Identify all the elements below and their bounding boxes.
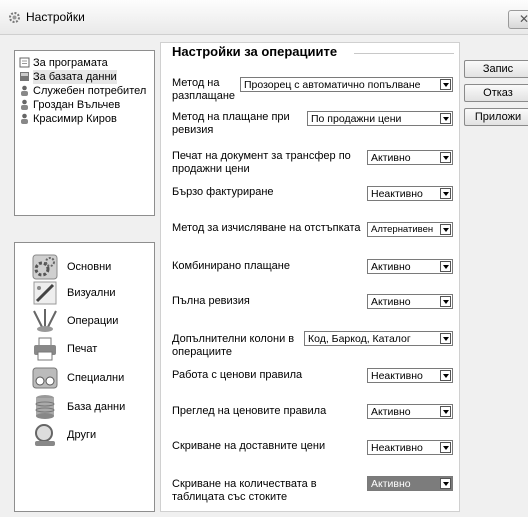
chevron-down-icon bbox=[440, 478, 451, 489]
payment-method-select[interactable]: Прозорец с автоматично попълване bbox=[240, 77, 453, 92]
full-revision-select[interactable]: Активно bbox=[367, 294, 453, 309]
extra-columns-select[interactable]: Код, Баркод, Каталог bbox=[304, 331, 453, 346]
full-revision-label: Пълна ревизия bbox=[172, 295, 250, 307]
settings-title: Настройки за операциите bbox=[172, 44, 338, 59]
title-bar: Настройки ✕ bbox=[0, 0, 528, 35]
hide-delivery-prices-select[interactable]: Неактивно bbox=[367, 440, 453, 455]
chevron-down-icon bbox=[440, 333, 451, 344]
hide-quantities-label: Скриване на количествата в таблицата със… bbox=[172, 478, 317, 503]
select-value: Активно bbox=[371, 296, 411, 308]
hide-delivery-prices-label: Скриване на доставните цени bbox=[172, 440, 326, 452]
price-rules-preview-select[interactable]: Активно bbox=[367, 404, 453, 419]
select-value: Неактивно bbox=[371, 442, 423, 454]
gears-icon bbox=[32, 254, 58, 280]
chevron-down-icon bbox=[440, 406, 451, 417]
cancel-button[interactable]: Отказ bbox=[464, 84, 528, 102]
category-label: База данни bbox=[67, 401, 126, 413]
select-value: Код, Баркод, Каталог bbox=[308, 333, 411, 345]
profile-tree: За програмата За базата данни Служебен п… bbox=[14, 50, 155, 216]
chevron-down-icon bbox=[440, 296, 451, 307]
database-stack-icon bbox=[35, 395, 55, 419]
special-icon bbox=[32, 367, 58, 389]
combined-payment-label: Комбинирано плащане bbox=[172, 260, 290, 272]
settings-window: Настройки ✕ За програмата За базата данн… bbox=[0, 0, 528, 517]
select-value: Активно bbox=[371, 261, 411, 273]
title-divider bbox=[354, 53, 454, 54]
select-value: Активно bbox=[371, 478, 411, 490]
user-icon bbox=[21, 99, 28, 110]
transfer-print-select[interactable]: Активно bbox=[367, 150, 453, 165]
hide-quantities-select[interactable]: Активно bbox=[367, 476, 453, 491]
save-button[interactable]: Запис bbox=[464, 60, 528, 78]
revision-payment-method-label: Метод на плащане при ревизия bbox=[172, 111, 290, 136]
operations-icon bbox=[33, 309, 57, 332]
category-label: Основни bbox=[67, 261, 112, 273]
select-value: Активно bbox=[371, 152, 411, 164]
select-value: Неактивно bbox=[371, 188, 423, 200]
chevron-down-icon bbox=[440, 79, 451, 90]
extra-columns-label: Допълнителни колони в операциите bbox=[172, 333, 295, 358]
payment-method-label: Метод на разплащане bbox=[172, 77, 236, 102]
tree-item-label: За програмата bbox=[33, 57, 108, 69]
chevron-down-icon bbox=[440, 188, 451, 199]
category-list: Основни Визуални Операции Печат Специалн… bbox=[14, 242, 155, 512]
category-label: Операции bbox=[67, 315, 119, 327]
document-icon bbox=[19, 57, 30, 68]
chevron-down-icon bbox=[440, 152, 451, 163]
tree-item-label: Красимир Киров bbox=[33, 113, 117, 125]
select-value: Неактивно bbox=[371, 370, 423, 382]
price-rules-select[interactable]: Неактивно bbox=[367, 368, 453, 383]
combined-payment-select[interactable]: Активно bbox=[367, 259, 453, 274]
user-icon bbox=[21, 85, 28, 96]
user-icon bbox=[21, 113, 28, 124]
category-label: Печат bbox=[67, 343, 98, 355]
brush-icon bbox=[33, 281, 57, 305]
window-title: Настройки bbox=[26, 10, 85, 24]
discount-method-select[interactable]: Алтернативен bbox=[367, 222, 453, 237]
category-print[interactable]: Печат bbox=[15, 335, 165, 365]
discount-method-label: Метод за изчисляване на отстъпката bbox=[172, 222, 361, 234]
category-database[interactable]: База данни bbox=[15, 393, 165, 423]
chevron-down-icon bbox=[440, 261, 451, 272]
category-label: Визуални bbox=[67, 287, 116, 299]
tree-item-label: За базата данни bbox=[33, 70, 117, 84]
chevron-down-icon bbox=[440, 224, 451, 235]
revision-payment-method-select[interactable]: По продажни цени bbox=[307, 111, 453, 126]
chevron-down-icon bbox=[440, 113, 451, 124]
database-icon bbox=[20, 72, 29, 81]
apply-button[interactable]: Приложи bbox=[464, 108, 528, 126]
category-special[interactable]: Специални bbox=[15, 364, 165, 394]
tree-item-label: Служебен потребител bbox=[33, 85, 147, 97]
select-value: Алтернативен bbox=[371, 224, 434, 235]
quick-invoicing-label: Бързо фактуриране bbox=[172, 186, 274, 198]
category-visual[interactable]: Визуални bbox=[15, 279, 165, 309]
printer-icon bbox=[34, 337, 56, 361]
category-operations[interactable]: Операции bbox=[15, 307, 165, 337]
quick-invoicing-select[interactable]: Неактивно bbox=[367, 186, 453, 201]
chevron-down-icon bbox=[440, 370, 451, 381]
price-rules-preview-label: Преглед на ценовите правила bbox=[172, 405, 327, 417]
select-value: По продажни цени bbox=[311, 113, 402, 125]
category-label: Специални bbox=[67, 372, 125, 384]
gear-icon bbox=[9, 12, 20, 23]
close-icon: ✕ bbox=[518, 12, 528, 26]
transfer-print-label: Печат на документ за трансфер по продажн… bbox=[172, 150, 351, 175]
category-label: Други bbox=[67, 429, 97, 441]
select-value: Активно bbox=[371, 406, 411, 418]
price-rules-label: Работа с ценови правила bbox=[172, 369, 303, 381]
tree-item-label: Гроздан Въльчев bbox=[33, 99, 121, 111]
category-other[interactable]: Други bbox=[15, 421, 165, 451]
magnifier-icon bbox=[35, 424, 55, 446]
chevron-down-icon bbox=[440, 442, 451, 453]
close-button[interactable]: ✕ bbox=[508, 10, 528, 29]
select-value: Прозорец с автоматично попълване bbox=[244, 79, 421, 91]
